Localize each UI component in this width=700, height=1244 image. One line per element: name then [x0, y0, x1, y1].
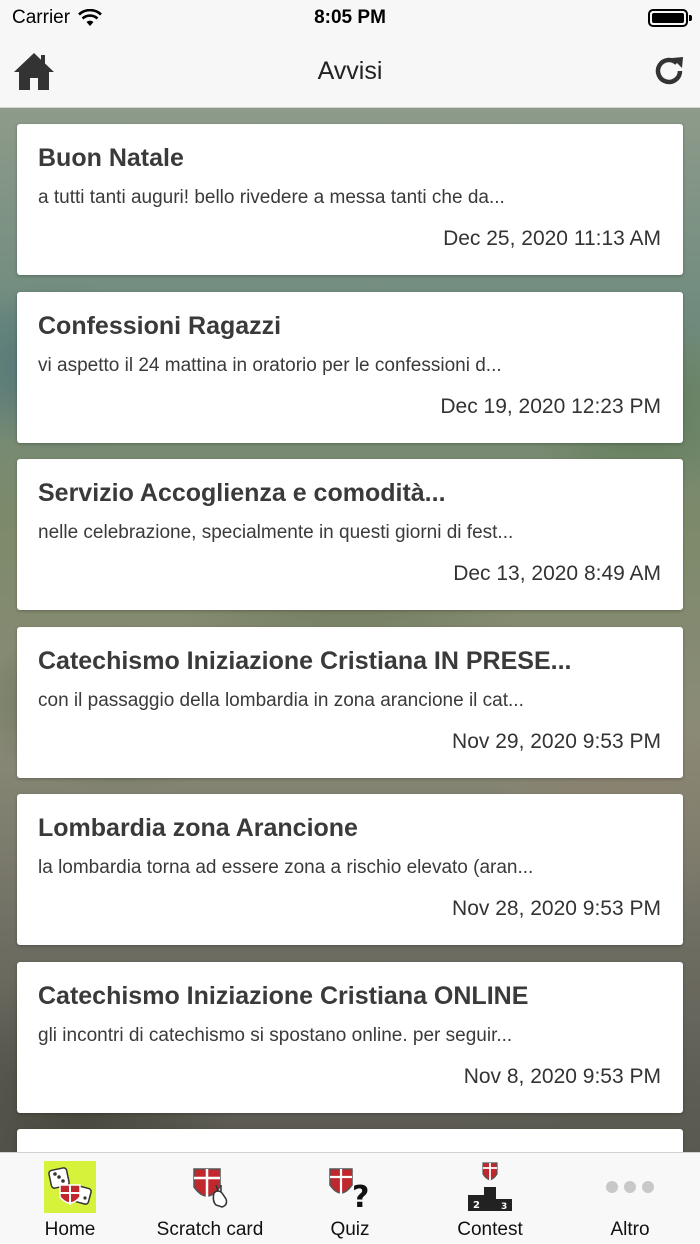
notice-date: Nov 29, 2020 9:53 PM: [452, 730, 661, 753]
notice-snippet: gli incontri di catechismo si spostano o…: [38, 1025, 513, 1046]
notice-card-partial[interactable]: [17, 1129, 683, 1152]
tab-label: Altro: [610, 1219, 650, 1240]
notice-title: Buon Natale: [38, 144, 184, 172]
notice-date: Dec 13, 2020 8:49 AM: [453, 562, 661, 585]
notice-snippet: vi aspetto il 24 mattina in oratorio per…: [38, 355, 502, 376]
more-dots-icon: [604, 1161, 656, 1213]
notice-card[interactable]: Catechismo Iniziazione Cristiana ONLINE …: [17, 962, 683, 1113]
tab-scratch-card[interactable]: Scratch card: [140, 1153, 280, 1244]
tab-label: Quiz: [330, 1219, 370, 1240]
notice-date: Dec 25, 2020 11:13 AM: [443, 227, 661, 250]
tab-altro[interactable]: Altro: [560, 1153, 700, 1244]
wifi-icon: [78, 9, 102, 26]
notice-snippet: la lombardia torna ad essere zona a risc…: [38, 857, 534, 878]
notice-title: Confessioni Ragazzi: [38, 312, 282, 340]
notice-snippet: a tutti tanti auguri! bello rivedere a m…: [38, 187, 505, 208]
notice-snippet: con il passaggio della lombardia in zona…: [38, 690, 524, 711]
svg-text:3: 3: [501, 1202, 507, 1212]
notice-title: Catechismo Iniziazione Cristiana ONLINE: [38, 982, 529, 1010]
svg-text:2: 2: [473, 1200, 480, 1211]
navigation-bar: Avvisi: [0, 36, 700, 108]
podium-icon: 2 3: [464, 1161, 516, 1213]
status-bar: Carrier 8:05 PM: [0, 0, 700, 36]
refresh-icon[interactable]: [652, 54, 686, 88]
notice-date: Nov 8, 2020 9:53 PM: [463, 1065, 661, 1088]
home-icon[interactable]: [12, 50, 56, 94]
notice-title: Servizio Accoglienza e comodità...: [38, 479, 446, 507]
scratch-card-icon: [184, 1161, 236, 1213]
notice-card[interactable]: Servizio Accoglienza e comodità... nelle…: [17, 459, 683, 610]
tab-bar: Home Scratch card ? Quiz 2 3 Contest Alt…: [0, 1152, 700, 1244]
tab-label: Contest: [457, 1219, 523, 1240]
svg-text:?: ?: [352, 1180, 369, 1211]
tab-contest[interactable]: 2 3 Contest: [420, 1153, 560, 1244]
notice-date: Dec 19, 2020 12:23 PM: [440, 395, 661, 418]
page-title: Avvisi: [317, 57, 383, 85]
notice-date: Nov 28, 2020 9:53 PM: [452, 897, 661, 920]
tab-label: Home: [44, 1219, 96, 1240]
carrier-label: Carrier: [12, 7, 71, 28]
tab-home[interactable]: Home: [0, 1153, 140, 1244]
notice-card[interactable]: Confessioni Ragazzi vi aspetto il 24 mat…: [17, 292, 683, 443]
notice-title: Catechismo Iniziazione Cristiana IN PRES…: [38, 647, 572, 675]
notice-card[interactable]: Lombardia zona Arancione la lombardia to…: [17, 794, 683, 945]
notice-card[interactable]: Catechismo Iniziazione Cristiana IN PRES…: [17, 627, 683, 778]
tab-quiz[interactable]: ? Quiz: [280, 1153, 420, 1244]
notice-snippet: nelle celebrazione, specialmente in ques…: [38, 522, 514, 543]
notice-card[interactable]: Buon Natale a tutti tanti auguri! bello …: [17, 124, 683, 275]
battery-icon: [648, 9, 692, 27]
notice-title: Lombardia zona Arancione: [38, 814, 358, 842]
home-dice-icon: [44, 1161, 96, 1213]
tab-label: Scratch card: [156, 1219, 264, 1240]
notices-list[interactable]: Buon Natale a tutti tanti auguri! bello …: [0, 108, 700, 1152]
status-time: 8:05 PM: [314, 7, 386, 28]
quiz-icon: ?: [324, 1161, 376, 1213]
